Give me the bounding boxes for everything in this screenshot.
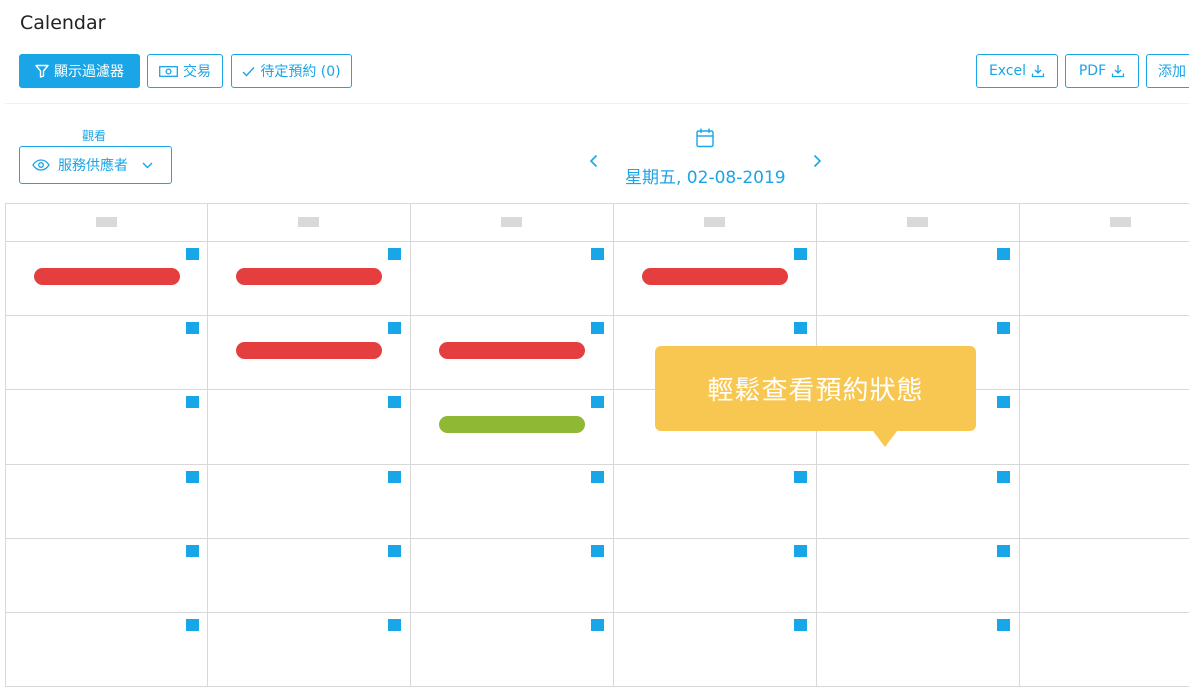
add-appointment-marker[interactable] bbox=[794, 619, 807, 631]
add-appointment-marker[interactable] bbox=[997, 619, 1010, 631]
grid-column-divider bbox=[207, 204, 208, 686]
add-label: 添加 bbox=[1158, 64, 1186, 80]
column-header-placeholder bbox=[704, 217, 725, 227]
appointment-status-bar[interactable] bbox=[439, 416, 585, 433]
chevron-down-icon bbox=[142, 162, 153, 168]
excel-export-button[interactable]: Excel bbox=[976, 54, 1058, 88]
add-appointment-marker[interactable] bbox=[388, 248, 401, 260]
grid-row-divider bbox=[5, 315, 1189, 316]
tooltip-pointer bbox=[873, 431, 897, 447]
add-appointment-marker[interactable] bbox=[186, 396, 199, 408]
add-appointment-marker[interactable] bbox=[388, 396, 401, 408]
column-header-placeholder bbox=[298, 217, 319, 227]
grid-column-divider bbox=[613, 204, 614, 686]
add-appointment-marker[interactable] bbox=[186, 545, 199, 557]
add-appointment-marker[interactable] bbox=[794, 248, 807, 260]
grid-column-divider bbox=[410, 204, 411, 686]
add-appointment-marker[interactable] bbox=[997, 545, 1010, 557]
grid-row-divider bbox=[5, 686, 1189, 687]
add-button[interactable]: 添加 bbox=[1146, 54, 1189, 88]
grid-row-divider bbox=[5, 612, 1189, 613]
view-select-value: 服務供應者 bbox=[58, 158, 128, 174]
money-icon bbox=[159, 65, 178, 77]
toolbar-divider bbox=[5, 103, 1189, 104]
grid-row-divider bbox=[5, 538, 1189, 539]
show-filter-button[interactable]: 顯示過濾器 bbox=[19, 54, 140, 88]
appointment-status-bar[interactable] bbox=[236, 342, 382, 359]
column-header-placeholder bbox=[907, 217, 928, 227]
grid-left-border bbox=[5, 204, 6, 686]
add-appointment-marker[interactable] bbox=[591, 396, 604, 408]
add-appointment-marker[interactable] bbox=[186, 471, 199, 483]
transactions-label: 交易 bbox=[183, 64, 211, 80]
pending-appointments-label: 待定預約 (0) bbox=[260, 64, 341, 80]
add-appointment-marker[interactable] bbox=[388, 322, 401, 334]
add-appointment-marker[interactable] bbox=[591, 248, 604, 260]
appointment-status-bar[interactable] bbox=[236, 268, 382, 285]
view-label: 觀看 bbox=[82, 129, 107, 143]
calendar-icon bbox=[696, 128, 714, 148]
grid-column-divider bbox=[816, 204, 817, 686]
add-appointment-marker[interactable] bbox=[186, 322, 199, 334]
transactions-button[interactable]: 交易 bbox=[147, 54, 223, 88]
add-appointment-marker[interactable] bbox=[997, 396, 1010, 408]
grid-row-divider bbox=[5, 389, 1189, 390]
add-appointment-marker[interactable] bbox=[997, 322, 1010, 334]
add-appointment-marker[interactable] bbox=[997, 248, 1010, 260]
excel-export-label: Excel bbox=[988, 63, 1027, 79]
download-icon bbox=[1031, 65, 1045, 78]
header-divider bbox=[5, 241, 1189, 242]
add-appointment-marker[interactable] bbox=[591, 322, 604, 334]
add-appointment-marker[interactable] bbox=[388, 545, 401, 557]
appointment-status-bar[interactable] bbox=[642, 268, 788, 285]
view-select[interactable]: 服務供應者 bbox=[19, 146, 172, 184]
column-header-placeholder bbox=[501, 217, 522, 227]
add-appointment-marker[interactable] bbox=[997, 471, 1010, 483]
download-icon bbox=[1111, 65, 1125, 78]
pending-appointments-button[interactable]: 待定預約 (0) bbox=[231, 54, 352, 88]
appointment-status-bar[interactable] bbox=[439, 342, 585, 359]
column-header-placeholder bbox=[1110, 217, 1131, 227]
current-date[interactable]: 星期五, 02-08-2019 bbox=[625, 163, 786, 188]
add-appointment-marker[interactable] bbox=[591, 471, 604, 483]
calendar-grid bbox=[5, 203, 1189, 687]
pdf-export-label: PDF bbox=[1078, 63, 1107, 79]
add-appointment-marker[interactable] bbox=[794, 322, 807, 334]
add-appointment-marker[interactable] bbox=[794, 545, 807, 557]
check-icon bbox=[242, 66, 255, 77]
next-day-arrow-icon[interactable] bbox=[813, 154, 822, 168]
appointment-status-bar[interactable] bbox=[34, 268, 180, 285]
column-header-placeholder bbox=[96, 217, 117, 227]
show-filter-label: 顯示過濾器 bbox=[54, 64, 124, 80]
previous-day-arrow-icon[interactable] bbox=[589, 154, 598, 168]
add-appointment-marker[interactable] bbox=[794, 471, 807, 483]
add-appointment-marker[interactable] bbox=[388, 471, 401, 483]
filter-icon bbox=[35, 64, 49, 78]
add-appointment-marker[interactable] bbox=[186, 248, 199, 260]
add-appointment-marker[interactable] bbox=[186, 619, 199, 631]
add-appointment-marker[interactable] bbox=[388, 619, 401, 631]
grid-row-divider bbox=[5, 464, 1189, 465]
add-appointment-marker[interactable] bbox=[591, 619, 604, 631]
status-tooltip: 輕鬆查看預約狀態 bbox=[655, 346, 976, 431]
pdf-export-button[interactable]: PDF bbox=[1065, 54, 1139, 88]
eye-icon bbox=[32, 159, 50, 171]
add-appointment-marker[interactable] bbox=[591, 545, 604, 557]
grid-column-divider bbox=[1019, 204, 1020, 686]
date-navigation: 星期五, 02-08-2019 bbox=[580, 126, 830, 188]
page-title: Calendar bbox=[20, 12, 106, 34]
